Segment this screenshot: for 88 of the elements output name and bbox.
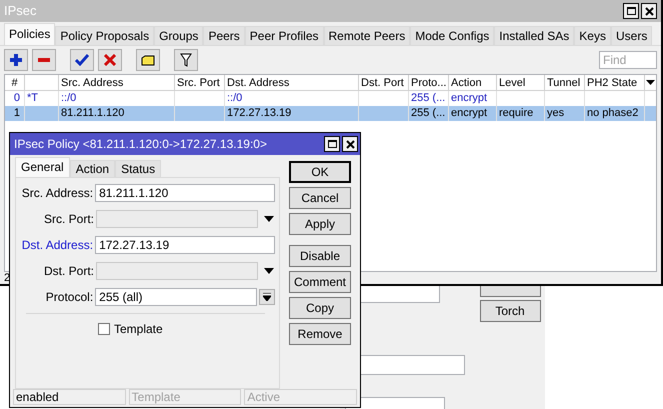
table-cell: 81.211.1.120 bbox=[61, 107, 124, 119]
field-label: Dst. Address: bbox=[20, 237, 94, 254]
column-header[interactable]: PH2 State bbox=[585, 75, 645, 90]
status-field: enabled bbox=[13, 389, 126, 405]
filter-button[interactable] bbox=[174, 49, 198, 71]
tab[interactable]: Installed SAs bbox=[494, 26, 574, 45]
column-header[interactable]: Proto... bbox=[409, 75, 449, 90]
maximize-button[interactable] bbox=[324, 136, 340, 152]
input-field[interactable] bbox=[96, 210, 258, 228]
input-field[interactable] bbox=[96, 262, 258, 280]
table-cell: require bbox=[499, 107, 534, 119]
tab[interactable]: Users bbox=[610, 26, 652, 45]
column-header[interactable]: Tunnel bbox=[545, 75, 585, 90]
tab[interactable]: Policy Proposals bbox=[55, 26, 154, 45]
tab[interactable]: Status bbox=[115, 160, 162, 177]
dialog-button[interactable]: Remove bbox=[289, 323, 351, 345]
column-header[interactable]: Src. Address bbox=[59, 75, 175, 90]
comment-button[interactable] bbox=[136, 49, 160, 71]
table-cell: 255 (... bbox=[411, 92, 446, 104]
table-row[interactable]: 1 81.211.1.120 172.27.13.19 255 (... encrypt require yes no phase2 bbox=[5, 106, 656, 121]
table-cell: ::/0 bbox=[227, 92, 242, 104]
torch-button[interactable]: Torch bbox=[480, 300, 540, 322]
remove-button[interactable] bbox=[32, 49, 56, 71]
table-cell: encrypt bbox=[451, 92, 488, 104]
tab[interactable]: Peers bbox=[203, 26, 245, 45]
checkbox[interactable] bbox=[98, 323, 110, 335]
field-label: Protocol: bbox=[44, 289, 94, 306]
cross-icon bbox=[104, 54, 116, 66]
column-header[interactable]: Dst. Port bbox=[359, 75, 409, 90]
field-label: Src. Port: bbox=[42, 211, 95, 228]
tab[interactable]: Remote Peers bbox=[324, 26, 410, 45]
status-field: Active bbox=[244, 389, 358, 405]
tab[interactable]: Mode Configs bbox=[410, 26, 494, 45]
dialog-button[interactable]: Disable bbox=[289, 245, 351, 267]
field-label: Src. Address: bbox=[20, 185, 94, 202]
column-header[interactable]: Dst. Address bbox=[225, 75, 359, 90]
search-field[interactable]: Find bbox=[599, 51, 657, 69]
dropdown-arrow-icon bbox=[646, 80, 655, 85]
table-cell: no phase2 bbox=[587, 107, 638, 119]
maximize-button[interactable] bbox=[623, 3, 639, 19]
dropdown-arrow-icon bbox=[263, 293, 272, 301]
dialog-button[interactable]: Comment bbox=[289, 271, 351, 293]
table-cell: 1 bbox=[14, 107, 20, 119]
dialog-button[interactable]: Apply bbox=[289, 213, 351, 235]
tab[interactable]: Peer Profiles bbox=[244, 26, 324, 45]
tab[interactable]: Policies bbox=[4, 23, 56, 45]
table-cell: 0 bbox=[14, 92, 20, 104]
dialog-button[interactable]: Copy bbox=[289, 297, 351, 319]
tab[interactable]: Groups bbox=[154, 26, 204, 45]
filter-icon bbox=[180, 53, 192, 67]
tab[interactable]: Action bbox=[70, 160, 116, 177]
column-header[interactable]: # bbox=[5, 75, 25, 90]
dropdown-arrow-icon[interactable] bbox=[264, 216, 274, 222]
disable-button[interactable] bbox=[98, 49, 122, 71]
dialog-button[interactable]: OK bbox=[289, 161, 351, 183]
input-field[interactable]: 81.211.1.120 bbox=[95, 184, 275, 202]
table-cell: yes bbox=[547, 107, 564, 119]
enable-button[interactable] bbox=[70, 49, 94, 71]
status-field: Template bbox=[128, 389, 242, 405]
tab[interactable]: Keys bbox=[574, 26, 611, 45]
button[interactable] bbox=[480, 285, 540, 297]
dialog-button[interactable]: Cancel bbox=[289, 187, 351, 209]
column-header[interactable]: Src. Port bbox=[175, 75, 225, 90]
dropdown-arrow-icon[interactable] bbox=[264, 268, 274, 274]
table-cell: ::/0 bbox=[61, 92, 76, 104]
dropdown-button[interactable] bbox=[259, 289, 275, 305]
column-header[interactable]: Action bbox=[449, 75, 497, 90]
minus-icon bbox=[37, 57, 51, 63]
close-button[interactable] bbox=[641, 3, 657, 19]
input-field[interactable]: 172.27.13.19 bbox=[95, 236, 275, 254]
table-cell: 172.27.13.19 bbox=[227, 107, 292, 119]
close-icon bbox=[644, 6, 654, 16]
dialog-title: IPsec Policy <81.211.1.120:0->172.27.13.19:0> bbox=[14, 136, 267, 153]
checkmark-icon bbox=[75, 54, 89, 66]
column-header[interactable]: Level bbox=[497, 75, 545, 90]
table-cell: *T bbox=[27, 92, 38, 104]
table-cell: encrypt bbox=[451, 107, 488, 119]
note-icon bbox=[141, 54, 155, 66]
table-cell: 255 (... bbox=[411, 107, 446, 119]
input-field[interactable]: 255 (all) bbox=[95, 288, 258, 306]
add-button[interactable] bbox=[4, 49, 28, 71]
close-icon bbox=[346, 140, 354, 148]
tab[interactable]: General bbox=[15, 157, 70, 177]
checkbox-label: Template bbox=[114, 321, 163, 338]
plus-icon bbox=[9, 53, 23, 67]
field-label: Dst. Port: bbox=[42, 263, 95, 280]
close-button[interactable] bbox=[342, 136, 358, 152]
window-title: IPsec bbox=[4, 2, 37, 20]
